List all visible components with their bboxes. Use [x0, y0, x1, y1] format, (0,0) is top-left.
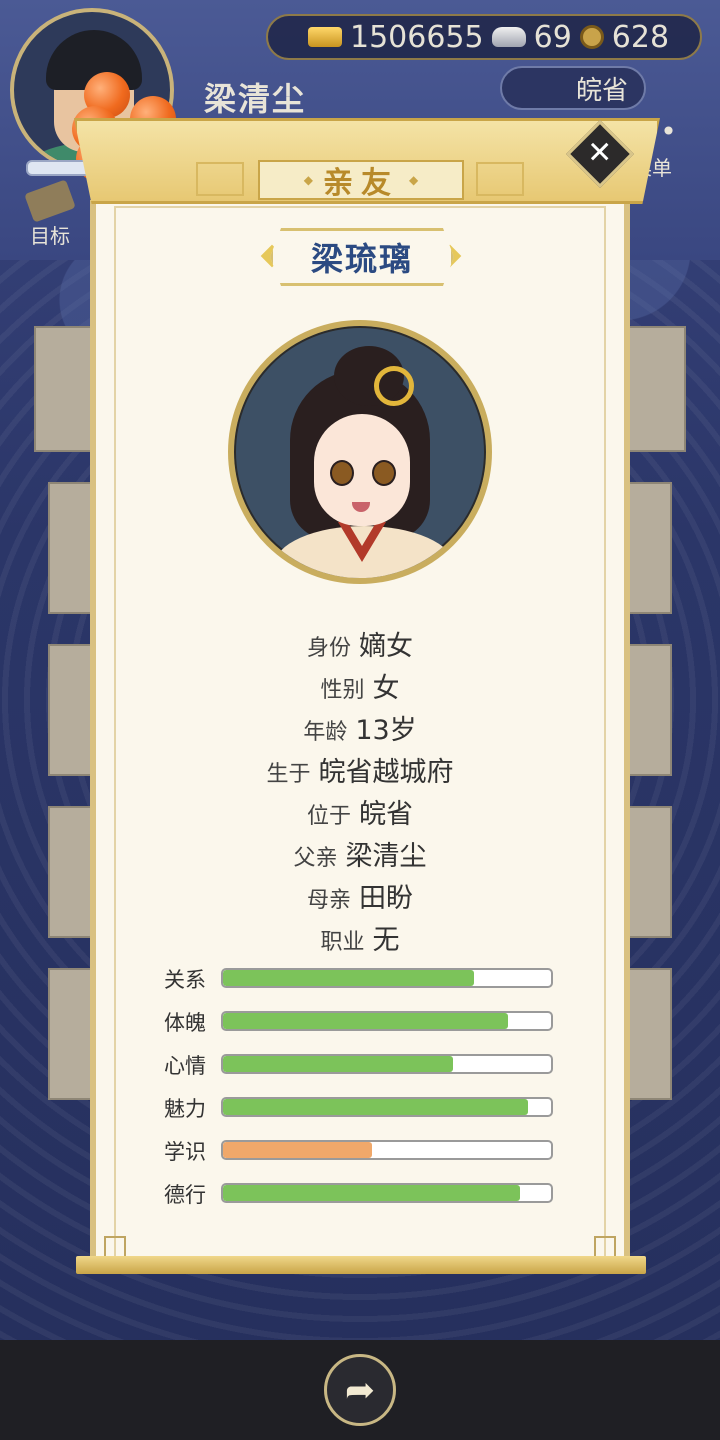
stat-charm: 魅力	[164, 1097, 556, 1121]
stat-bar-track	[221, 1183, 553, 1203]
stat-bar-track	[221, 968, 553, 988]
character-name: 梁琉璃	[310, 240, 413, 278]
currency-bar: 1506655 69 628	[266, 14, 702, 60]
stat-bar-track	[221, 1140, 553, 1160]
share-icon: ➦	[344, 1369, 376, 1411]
stat-bar-track	[221, 1011, 553, 1031]
info-row-age: 年龄 13岁	[303, 715, 417, 746]
stat-physique: 体魄	[164, 1011, 556, 1035]
silver-amount: 69	[533, 19, 572, 55]
gold-ingot-icon	[308, 27, 342, 47]
background-card	[626, 326, 686, 452]
stat-label: 德行	[164, 1183, 206, 1207]
header-ornament-right	[476, 162, 524, 196]
close-icon: ✕	[587, 135, 613, 171]
info-row-occupation: 职业无	[320, 925, 400, 956]
background-card	[48, 968, 92, 1100]
stat-knowledge: 学识	[164, 1140, 556, 1164]
dialog-title: 亲友	[323, 166, 399, 201]
info-row-mother: 母亲 田盼	[306, 883, 413, 914]
hairpin-icon	[374, 366, 414, 406]
player-name: 梁清尘	[204, 80, 307, 118]
background-card	[34, 326, 94, 452]
background-card	[48, 482, 92, 614]
stat-bar-fill	[223, 1056, 453, 1072]
info-row-father: 父亲 梁清尘	[293, 841, 427, 872]
gold-amount: 1506655	[350, 19, 484, 55]
dialog-title-plaque: ◆ 亲友 ◆	[258, 160, 464, 201]
background-card	[48, 644, 92, 776]
background-card	[628, 806, 672, 938]
copper-coin-icon	[579, 25, 604, 49]
target-label: 目标	[30, 224, 70, 248]
dialog-scroll-bottom-rod	[76, 1256, 646, 1274]
background-card	[48, 806, 92, 938]
stat-label: 学识	[164, 1140, 206, 1164]
character-portrait	[228, 320, 492, 584]
province-button[interactable]: 皖省	[500, 66, 646, 110]
target-button[interactable]: 目标	[14, 179, 86, 252]
background-card	[628, 644, 672, 776]
stat-bar-fill	[223, 1142, 373, 1158]
stat-mood: 心情	[164, 1054, 556, 1078]
info-row-birthplace: 生于 皖省越城府	[266, 757, 454, 788]
character-name-plaque: 梁琉璃	[270, 228, 454, 286]
title-ornament-dot: ◆	[409, 173, 419, 187]
stat-relationship: 关系	[164, 968, 556, 992]
title-ornament-dot: ◆	[303, 173, 313, 187]
stat-bar-fill	[223, 1185, 520, 1201]
stat-bar-track	[221, 1097, 553, 1117]
province-label: 皖省	[575, 75, 628, 106]
background-card	[628, 968, 672, 1100]
info-row-location: 位于 皖省	[306, 799, 413, 830]
background-card	[628, 482, 672, 614]
header-ornament-left	[196, 162, 244, 196]
coin-amount: 628	[611, 19, 670, 55]
stat-label: 心情	[164, 1054, 206, 1078]
stat-label: 体魄	[164, 1011, 206, 1035]
stat-label: 关系	[164, 968, 206, 992]
info-row-gender: 性别女	[320, 673, 400, 704]
stat-bar-track	[221, 1054, 553, 1074]
stat-virtue: 德行	[164, 1183, 556, 1207]
scroll-icon	[24, 179, 76, 223]
frame-corner-ornament	[594, 1236, 616, 1258]
stat-bar-fill	[223, 1099, 529, 1115]
stat-bar-fill	[223, 970, 474, 986]
silver-ingot-icon	[491, 27, 526, 47]
stat-label: 魅力	[164, 1097, 206, 1121]
frame-corner-ornament	[104, 1236, 126, 1258]
info-row-identity: 身份 嫡女	[306, 631, 413, 662]
share-button[interactable]: ➦	[324, 1354, 396, 1426]
stat-bar-fill	[223, 1013, 509, 1029]
